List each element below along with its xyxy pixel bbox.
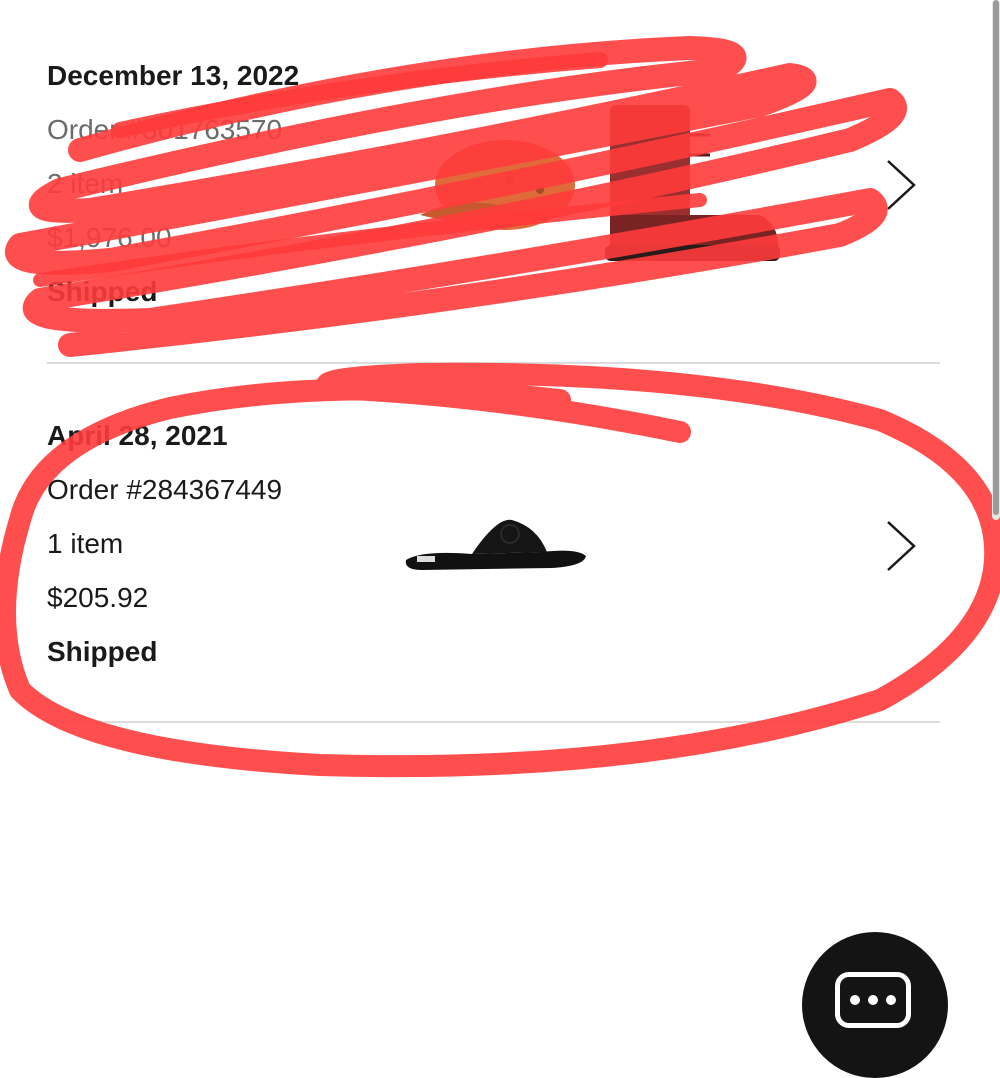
order-total: $1,976.00 [47,222,172,253]
order-number: Order #301763570 [47,114,283,145]
order-item-count: 2 item [47,168,124,199]
chat-icon [835,972,911,1028]
order-status: Shipped [47,276,158,307]
cap-image [420,140,575,230]
order-number: Order #284367449 [47,474,283,505]
order-status: Shipped [47,636,158,667]
order-item-count: 1 item [47,528,124,559]
order-total: $205.92 [47,582,149,613]
chevron-right-icon[interactable] [882,155,922,215]
boot-image [605,105,780,261]
sandal-image [405,519,586,570]
order-card[interactable]: April 28, 2021 Order #284367449 1 item $… [0,364,940,722]
order-card[interactable]: December 13, 2022 Order #301763570 2 ite… [0,0,940,364]
order-date: April 28, 2021 [47,420,228,451]
order-date: December 13, 2022 [47,60,300,91]
order-divider [47,721,940,723]
chevron-right-icon[interactable] [882,516,922,576]
scrollbar-thumb[interactable] [993,0,999,515]
